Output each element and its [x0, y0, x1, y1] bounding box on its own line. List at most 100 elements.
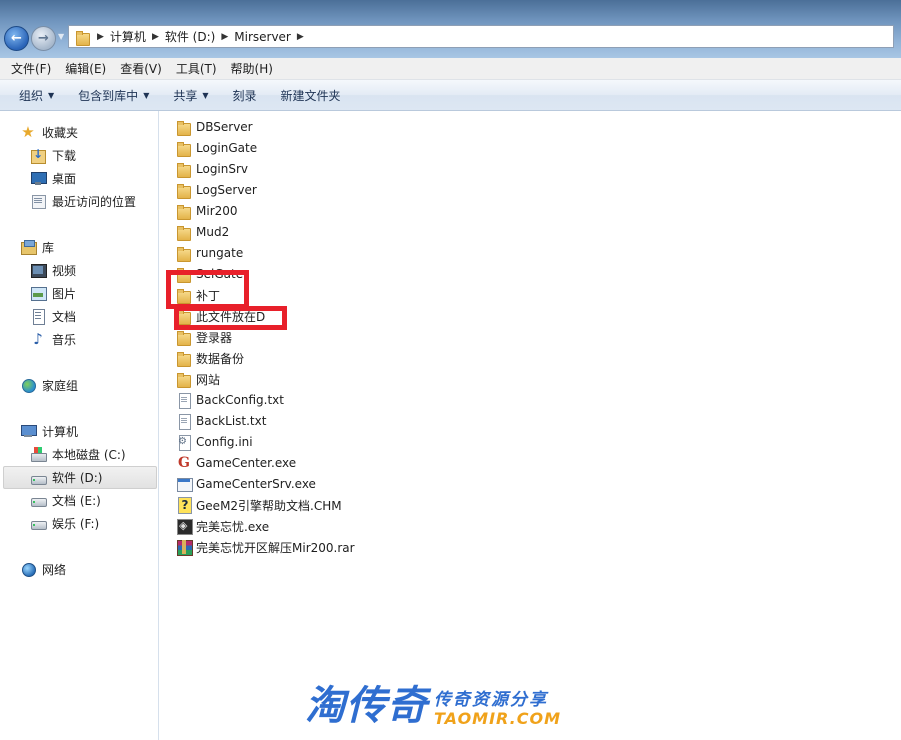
breadcrumb-drive-d[interactable]: 软件 (D:) [165, 28, 215, 45]
folder-icon [176, 329, 192, 346]
folder-icon [176, 224, 192, 241]
file-item[interactable]: 网站 [176, 369, 220, 389]
nav-label: 软件 (D:) [52, 471, 103, 485]
file-name: DBServer [196, 120, 253, 134]
folder-icon [176, 245, 192, 262]
arrow-left-icon: ← [11, 31, 22, 46]
nav-homegroup[interactable]: 家庭组 [20, 375, 78, 395]
nav-downloads[interactable]: 下载 [30, 145, 76, 165]
breadcrumb-separator-icon[interactable]: ▶ [152, 32, 159, 42]
drive-icon [30, 492, 47, 508]
file-name: 完美忘忧.exe [196, 519, 270, 534]
new-folder-button[interactable]: 新建文件夹 [272, 87, 350, 104]
address-toolbar: ← → ▼ ▶ 计算机 ▶ 软件 (D:) ▶ Mirserver ▶ [0, 0, 901, 58]
arrow-right-icon: → [38, 31, 49, 46]
menu-tools[interactable]: 工具(T) [169, 60, 224, 77]
history-dropdown-icon[interactable]: ▼ [58, 32, 64, 41]
file-item[interactable]: GameCenterSrv.exe [176, 474, 316, 494]
system-drive-icon [30, 446, 47, 462]
document-icon [30, 308, 46, 325]
nav-label: 图片 [52, 286, 77, 301]
desktop-icon [30, 170, 47, 186]
nav-label: 文档 [52, 309, 77, 324]
highlight-box-place-in-d [174, 306, 287, 330]
watermark-site: TAOMIR.COM [434, 709, 561, 728]
picture-icon [30, 285, 47, 301]
breadcrumb-computer[interactable]: 计算机 [110, 28, 146, 45]
breadcrumb-separator-icon[interactable]: ▶ [221, 32, 228, 42]
breadcrumb-separator-icon[interactable]: ▶ [297, 32, 304, 42]
share-label: 共享 [173, 88, 198, 103]
file-item[interactable]: LoginSrv [176, 159, 248, 179]
file-name: LoginSrv [196, 162, 249, 176]
breadcrumb-separator-icon[interactable]: ▶ [97, 32, 104, 42]
nav-label: 网络 [42, 562, 67, 577]
nav-documents[interactable]: 文档 [30, 306, 76, 326]
nav-computer[interactable]: 计算机 [20, 421, 78, 441]
folder-icon [176, 371, 192, 388]
address-bar[interactable]: ▶ 计算机 ▶ 软件 (D:) ▶ Mirserver ▶ [68, 25, 894, 48]
file-name: rungate [196, 246, 244, 260]
nav-label: 桌面 [52, 171, 77, 186]
file-item[interactable]: G GameCenter.exe [176, 453, 296, 473]
file-item[interactable]: 登录器 [176, 327, 232, 347]
breadcrumb-mirserver[interactable]: Mirserver [234, 30, 291, 44]
rar-archive-icon [176, 539, 193, 556]
text-file-icon [176, 392, 192, 409]
explorer-window: ← → ▼ ▶ 计算机 ▶ 软件 (D:) ▶ Mirserver ▶ 文件(F… [0, 0, 901, 740]
nav-network[interactable]: 网络 [20, 559, 66, 579]
nav-drive-f[interactable]: 娱乐 (F:) [30, 513, 99, 533]
file-item[interactable]: GeeM2引擎帮助文档.CHM [176, 495, 342, 515]
share-button[interactable]: 共享 ▼ [164, 87, 217, 104]
folder-icon [176, 182, 192, 199]
menu-view[interactable]: 查看(V) [113, 60, 169, 77]
nav-label: 下载 [52, 148, 77, 163]
file-item[interactable]: Mud2 [176, 222, 229, 242]
g-app-icon: G [178, 455, 190, 471]
file-item[interactable]: BackConfig.txt [176, 390, 284, 410]
nav-drive-c[interactable]: 本地磁盘 (C:) [30, 444, 126, 464]
nav-label: 娱乐 (F:) [52, 516, 100, 531]
nav-pictures[interactable]: 图片 [30, 283, 76, 303]
file-item[interactable]: Config.ini [176, 432, 253, 452]
nav-libraries[interactable]: 库 [20, 237, 54, 257]
nav-drive-e[interactable]: 文档 (E:) [30, 490, 101, 510]
file-name: Mir200 [196, 204, 238, 218]
file-name: LogServer [196, 183, 257, 197]
drive-icon [30, 515, 47, 531]
file-item[interactable]: 完美忘忧开区解压Mir200.rar [176, 537, 355, 557]
caret-down-icon: ▼ [202, 90, 209, 100]
nav-drive-d[interactable]: 软件 (D:) [3, 466, 157, 489]
nav-recent-places[interactable]: 最近访问的位置 [30, 191, 136, 211]
watermark-right: 传奇资源分享 TAOMIR.COM [434, 690, 561, 728]
caret-down-icon: ▼ [48, 90, 55, 100]
file-item[interactable]: 完美忘忧.exe [176, 516, 269, 536]
nav-music[interactable]: ♪ 音乐 [30, 329, 76, 349]
back-button[interactable]: ← [4, 26, 29, 51]
file-name: 登录器 [196, 330, 233, 345]
include-in-library-label: 包含到库中 [78, 88, 139, 103]
nav-videos[interactable]: 视频 [30, 260, 76, 280]
include-in-library-button[interactable]: 包含到库中 ▼ [69, 87, 158, 104]
organize-button[interactable]: 组织 ▼ [10, 87, 63, 104]
nav-favorites[interactable]: ★ 收藏夹 [20, 122, 78, 142]
file-name: 网站 [196, 372, 221, 387]
menu-edit[interactable]: 编辑(E) [58, 60, 113, 77]
file-name: Mud2 [196, 225, 230, 239]
file-item[interactable]: rungate [176, 243, 243, 263]
file-item[interactable]: LogServer [176, 180, 257, 200]
file-item[interactable]: LoginGate [176, 138, 257, 158]
menu-help[interactable]: 帮助(H) [224, 60, 280, 77]
download-folder-icon [30, 147, 46, 164]
file-item[interactable]: BackList.txt [176, 411, 266, 431]
file-item[interactable]: Mir200 [176, 201, 238, 221]
file-item[interactable]: DBServer [176, 117, 253, 137]
file-item[interactable]: 数据备份 [176, 348, 244, 368]
burn-button[interactable]: 刻录 [224, 87, 266, 104]
forward-button[interactable]: → [31, 26, 56, 51]
nav-desktop[interactable]: 桌面 [30, 168, 76, 188]
music-note-icon: ♪ [33, 330, 43, 348]
computer-icon [20, 423, 37, 439]
library-icon [20, 239, 37, 255]
menu-file[interactable]: 文件(F) [4, 60, 58, 77]
